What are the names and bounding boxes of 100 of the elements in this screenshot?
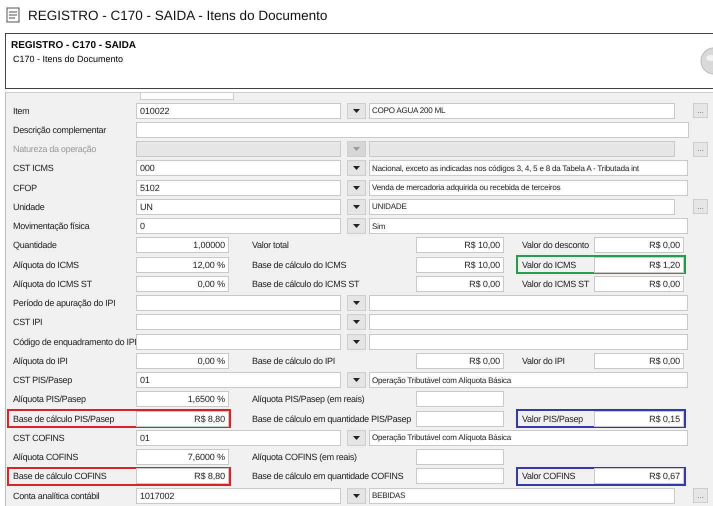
header-subtitle: C170 - Itens do Documento	[12, 54, 124, 64]
field-label: Alíquota do ICMS ST	[12, 278, 93, 289]
field-label: CST IPI	[12, 317, 44, 328]
window-title: REGISTRO - C170 - SAIDA - Itens do Documento	[28, 8, 328, 22]
more-button[interactable]: ...	[693, 199, 708, 214]
number-field[interactable]	[416, 410, 504, 427]
dropdown-button[interactable]	[347, 488, 366, 504]
caret-icon	[353, 147, 360, 152]
code-field[interactable]	[136, 334, 341, 350]
number-field[interactable]: R$ 0,15	[594, 410, 684, 427]
code-field[interactable]: 5102	[136, 180, 341, 196]
description-field: Operação Tributável com Alíquota Básica	[369, 372, 688, 388]
field-label: Base de cálculo PIS/Pasep	[12, 414, 116, 424]
number-field[interactable]: 12,00 %	[136, 256, 229, 273]
field-label: Valor do ICMS	[521, 260, 577, 270]
field-label: Alíquota do ICMS	[12, 260, 80, 270]
field-label: Valor do desconto	[521, 240, 590, 250]
description-field: Venda de mercadoria adquirida ou recebida de terceiros	[369, 180, 688, 196]
number-field[interactable]: R$ 10,00	[416, 237, 504, 254]
code-field[interactable]: 000	[136, 160, 341, 176]
field-label: Quantidade	[12, 240, 58, 250]
number-field[interactable]: 7,6000 %	[136, 449, 229, 466]
code-field[interactable]: 1017002	[136, 488, 341, 504]
number-field[interactable]: R$ 8,80	[136, 468, 229, 484]
number-field[interactable]	[416, 391, 504, 408]
code-field[interactable]	[136, 295, 341, 312]
number-field[interactable]	[416, 468, 504, 484]
more-button[interactable]: ...	[693, 103, 708, 118]
code-field[interactable]	[136, 314, 341, 330]
dropdown-button[interactable]	[347, 102, 366, 119]
description-field: Operação Tributável com Alíquota Básica	[369, 430, 688, 446]
caret-icon	[353, 378, 360, 382]
dropdown-button[interactable]	[347, 198, 366, 215]
dropdown-button[interactable]	[347, 314, 366, 330]
dropdown-button[interactable]	[347, 160, 366, 176]
number-field[interactable]: R$ 0,00	[594, 237, 684, 254]
code-field[interactable]: 0	[136, 218, 341, 234]
field-label: Alíquota do IPI	[12, 356, 69, 366]
field-label: Valor PIS/Pasep	[521, 414, 584, 424]
dropdown-button[interactable]	[347, 334, 366, 350]
number-field[interactable]: 0,00 %	[136, 276, 229, 292]
description-field: Sim	[369, 218, 688, 234]
field-label: Valor do IPI	[521, 356, 566, 366]
field-label: Natureza da operação	[12, 144, 98, 154]
field-label: Base de cálculo COFINS	[12, 471, 108, 482]
code-field[interactable]: 01	[136, 430, 341, 446]
field-label: Valor total	[251, 240, 290, 250]
number-field[interactable]	[416, 449, 504, 466]
field-label: Valor COFINS	[521, 471, 576, 482]
code-field[interactable]: UN	[136, 198, 341, 215]
field-label: CST PIS/Pasep	[12, 375, 73, 386]
dropdown-button[interactable]	[347, 295, 366, 312]
description-field: COPO AGUA 200 ML	[369, 102, 675, 119]
number-field[interactable]: 1,6500 %	[136, 391, 229, 408]
caret-icon	[353, 436, 360, 440]
field-label: Base de cálculo do IPI	[251, 356, 336, 366]
caret-icon	[353, 108, 360, 113]
caret-icon	[353, 320, 360, 324]
dropdown-button[interactable]	[347, 218, 366, 234]
field-label: Período de apuração do IPI	[12, 298, 116, 308]
code-field[interactable]	[136, 141, 341, 158]
document-icon	[6, 7, 20, 23]
number-field[interactable]: R$ 0,00	[416, 276, 504, 292]
header-title: REGISTRO - C170 - SAIDA	[11, 40, 136, 51]
field-label: Item	[12, 106, 30, 116]
field-label: Alíquota COFINS	[12, 452, 80, 462]
code-field[interactable]: 01	[136, 372, 341, 388]
field-label: Base de cálculo do ICMS ST	[251, 278, 360, 289]
more-button[interactable]: ...	[693, 488, 708, 504]
number-field[interactable]: R$ 1,20	[594, 256, 684, 273]
caret-icon	[353, 186, 360, 190]
dropdown-button[interactable]	[347, 180, 366, 196]
number-field[interactable]: R$ 0,00	[594, 352, 684, 369]
number-field[interactable]: R$ 8,80	[136, 410, 229, 427]
field-label: Código de enquadramento do IPI	[12, 336, 136, 347]
input-field[interactable]	[136, 122, 689, 138]
number-field[interactable]: 1,00000	[136, 237, 229, 254]
caret-icon	[353, 301, 360, 306]
field-label: Valor do ICMS ST	[521, 278, 590, 289]
dropdown-button[interactable]	[347, 430, 366, 446]
dropdown-button[interactable]	[347, 372, 366, 388]
number-field[interactable]: R$ 10,00	[416, 256, 504, 273]
field-label: Alíquota PIS/Pasep (em reais)	[251, 394, 366, 404]
number-field[interactable]: 0,00 %	[136, 352, 229, 369]
description-field: BEBIDAS	[369, 488, 675, 504]
number-field[interactable]: R$ 0,67	[594, 468, 684, 484]
field-label: CFOP	[12, 182, 38, 193]
code-field[interactable]: 010022	[136, 102, 341, 119]
input-field[interactable]	[140, 93, 234, 100]
caret-icon	[353, 224, 360, 228]
description-field: UNIDADE	[369, 198, 675, 215]
field-label: Base de cálculo em quantidade COFINS	[251, 471, 404, 482]
field-label: Base de cálculo do ICMS	[251, 260, 348, 270]
field-label: Unidade	[12, 202, 46, 212]
number-field[interactable]: R$ 0,00	[594, 276, 684, 292]
caret-icon	[353, 166, 360, 170]
number-field[interactable]: R$ 0,00	[416, 352, 504, 369]
field-label: Base de cálculo em quantidade PIS/Pasep	[251, 414, 412, 424]
description-field: Nacional, exceto as indicadas nos códigos 3, 4, 5 e 8 da Tabela A - Tributada int	[369, 160, 688, 176]
field-label: Movimentação física	[12, 221, 91, 232]
